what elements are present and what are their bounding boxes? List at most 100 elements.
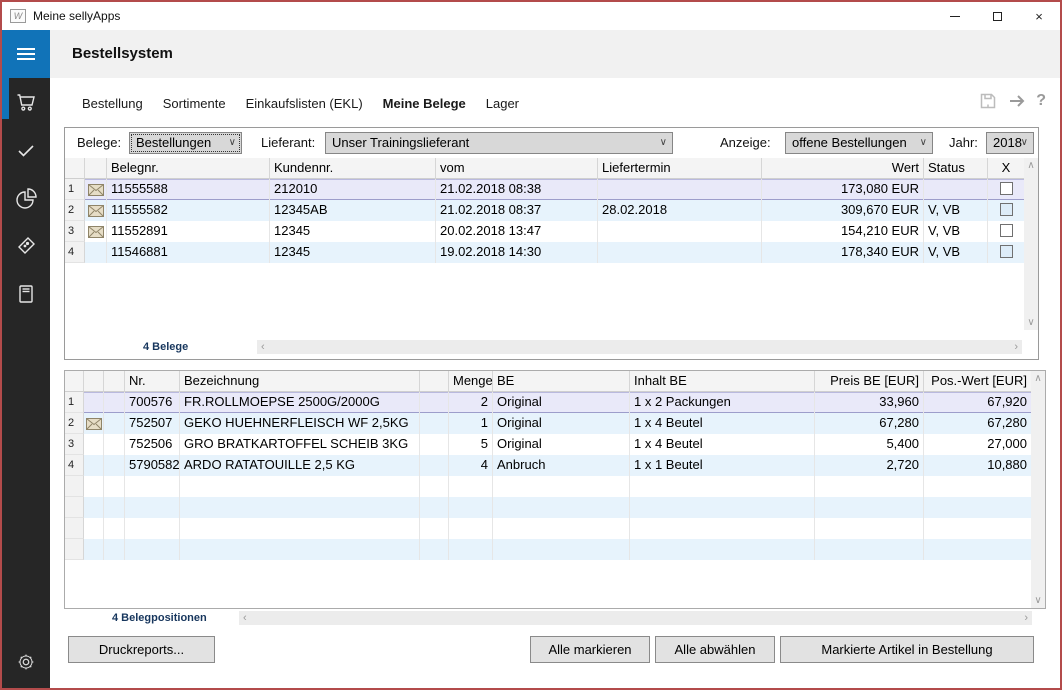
positions-vertical-scrollbar[interactable]: ∧ ∨ — [1031, 371, 1045, 608]
belege-label: Belege: — [77, 128, 121, 158]
toolbar: ? — [978, 88, 1046, 114]
table-row[interactable]: 4 11546881 12345 19.02.2018 14:30 178,34… — [65, 242, 1024, 263]
col-preis-be[interactable]: Preis BE [EUR] — [815, 371, 924, 392]
col-status[interactable]: Status — [924, 158, 988, 179]
scroll-up-icon[interactable]: ∧ — [1024, 160, 1038, 171]
scroll-down-icon[interactable]: ∨ — [1024, 317, 1038, 328]
col-vom[interactable]: vom — [436, 158, 598, 179]
close-icon: × — [1035, 9, 1043, 24]
mail-icon — [88, 205, 104, 217]
col-inhalt-be[interactable]: Inhalt BE — [630, 371, 815, 392]
orders-table: Belegnr. Kundennr. vom Liefertermin Wert… — [65, 158, 1024, 263]
table-row[interactable]: 2 11555582 12345AB 21.02.2018 08:37 28.0… — [65, 200, 1024, 221]
mail-icon — [88, 184, 104, 196]
checkmark-icon — [14, 138, 38, 162]
price-tag-icon — [14, 234, 38, 258]
chevron-down-icon: ∨ — [1021, 133, 1028, 153]
empty-row — [65, 539, 1031, 560]
anzeige-dropdown[interactable]: offene Bestellungen∨ — [785, 132, 933, 154]
jahr-label: Jahr: — [949, 128, 978, 158]
markierte-artikel-button[interactable]: Markierte Artikel in Bestellung — [780, 636, 1034, 663]
sidebar-item-prices[interactable] — [2, 222, 50, 270]
empty-row — [65, 518, 1031, 539]
positions-table: Nr. Bezeichnung Menge BE Inhalt BE Preis… — [65, 371, 1031, 560]
jahr-dropdown[interactable]: 2018∨ — [986, 132, 1034, 154]
col-nr[interactable]: Nr. — [125, 371, 180, 392]
main-area: Bestellsystem Bestellung Sortimente Eink… — [50, 30, 1060, 688]
druckreports-button[interactable]: Druckreports... — [68, 636, 215, 663]
chevron-down-icon: ∨ — [920, 133, 927, 153]
minimize-icon — [950, 16, 960, 17]
app-window: W Meine sellyApps × — [0, 0, 1062, 690]
window-title: Meine sellyApps — [33, 2, 120, 30]
col-kundennr[interactable]: Kundennr. — [270, 158, 436, 179]
alle-markieren-button[interactable]: Alle markieren — [530, 636, 650, 663]
col-wert[interactable]: Wert — [762, 158, 924, 179]
col-belegnr[interactable]: Belegnr. — [107, 158, 270, 179]
lieferant-label: Lieferant: — [261, 128, 315, 158]
col-bezeichnung[interactable]: Bezeichnung — [180, 371, 420, 392]
help-icon[interactable]: ? — [1036, 92, 1046, 110]
orders-vertical-scrollbar[interactable]: ∧ ∨ — [1024, 158, 1038, 330]
table-row[interactable]: 3 11552891 12345 20.02.2018 13:47 154,21… — [65, 221, 1024, 242]
table-row[interactable]: 2 752507 GEKO HUEHNERFLEISCH WF 2,5KG 1 … — [65, 413, 1031, 434]
sidebar-item-catalog[interactable] — [2, 270, 50, 318]
empty-row — [65, 497, 1031, 518]
row-checkbox[interactable] — [1000, 224, 1013, 237]
col-liefertermin[interactable]: Liefertermin — [598, 158, 762, 179]
tab-bestellung[interactable]: Bestellung — [82, 96, 143, 111]
sidebar-item-check[interactable] — [2, 126, 50, 174]
maximize-icon — [993, 12, 1002, 21]
empty-row — [65, 476, 1031, 497]
col-x[interactable]: X — [988, 158, 1024, 179]
row-checkbox[interactable] — [1000, 203, 1013, 216]
app-logo-icon: W — [10, 9, 26, 23]
lieferant-dropdown[interactable]: Unser Trainingslieferant∨ — [325, 132, 673, 154]
row-checkbox[interactable] — [1000, 182, 1013, 195]
table-row[interactable]: 1 11555588 212010 21.02.2018 08:38 173,0… — [65, 179, 1024, 200]
positions-count-label: 4 Belegpositionen — [112, 612, 207, 624]
tab-einkaufslisten[interactable]: Einkaufslisten (EKL) — [246, 96, 363, 111]
save-icon[interactable] — [978, 91, 998, 111]
belege-dropdown[interactable]: Bestellungen∨ — [129, 132, 242, 154]
scroll-left-icon[interactable]: ‹ — [261, 340, 265, 354]
table-row[interactable]: 4 5790582 ARDO RATATOUILLE 2,5 KG 4 Anbr… — [65, 455, 1031, 476]
title-bar: W Meine sellyApps × — [2, 2, 1060, 30]
tab-lager[interactable]: Lager — [486, 96, 519, 111]
scroll-up-icon[interactable]: ∧ — [1031, 373, 1045, 384]
sidebar-item-statistics[interactable] — [2, 174, 50, 222]
table-row[interactable]: 1 700576 FR.ROLLMOEPSE 2500G/2000G 2 Ori… — [65, 392, 1031, 413]
sidebar-item-bestellsystem[interactable] — [2, 78, 50, 126]
mail-icon — [86, 418, 102, 430]
col-be[interactable]: BE — [493, 371, 630, 392]
pie-chart-icon — [14, 186, 38, 210]
tab-bar: Bestellung Sortimente Einkaufslisten (EK… — [82, 90, 519, 116]
alle-abwaehlen-button[interactable]: Alle abwählen — [655, 636, 775, 663]
sidebar-settings-button[interactable] — [2, 642, 50, 682]
scroll-right-icon[interactable]: › — [1014, 340, 1018, 354]
filter-row: Belege: Bestellungen∨ Lieferant: Unser T… — [65, 128, 1038, 158]
orders-horizontal-scrollbar[interactable]: ‹ › — [257, 340, 1022, 354]
row-checkbox[interactable] — [1000, 245, 1013, 258]
orders-panel: Belege: Bestellungen∨ Lieferant: Unser T… — [64, 127, 1039, 360]
col-menge[interactable]: Menge — [449, 371, 493, 392]
page-title: Bestellsystem — [72, 30, 173, 78]
orders-table-header: Belegnr. Kundennr. vom Liefertermin Wert… — [65, 158, 1024, 179]
forward-arrow-icon[interactable] — [1007, 91, 1027, 111]
hamburger-menu-button[interactable] — [2, 30, 50, 78]
positions-horizontal-scrollbar[interactable]: ‹ › — [239, 611, 1032, 625]
scroll-right-icon[interactable]: › — [1024, 611, 1028, 625]
tab-sortimente[interactable]: Sortimente — [163, 96, 226, 111]
positions-block: Nr. Bezeichnung Menge BE Inhalt BE Preis… — [64, 370, 1046, 625]
minimize-button[interactable] — [934, 2, 976, 30]
gear-icon — [15, 651, 37, 673]
close-button[interactable]: × — [1018, 2, 1060, 30]
scroll-left-icon[interactable]: ‹ — [243, 611, 247, 625]
scroll-down-icon[interactable]: ∨ — [1031, 595, 1045, 606]
cart-icon — [14, 90, 38, 114]
page-header: Bestellsystem — [50, 30, 1060, 78]
col-pos-wert[interactable]: Pos.-Wert [EUR] — [924, 371, 1031, 392]
maximize-button[interactable] — [976, 2, 1018, 30]
table-row[interactable]: 3 752506 GRO BRATKARTOFFEL SCHEIB 3KG 5 … — [65, 434, 1031, 455]
tab-meine-belege[interactable]: Meine Belege — [383, 96, 466, 111]
